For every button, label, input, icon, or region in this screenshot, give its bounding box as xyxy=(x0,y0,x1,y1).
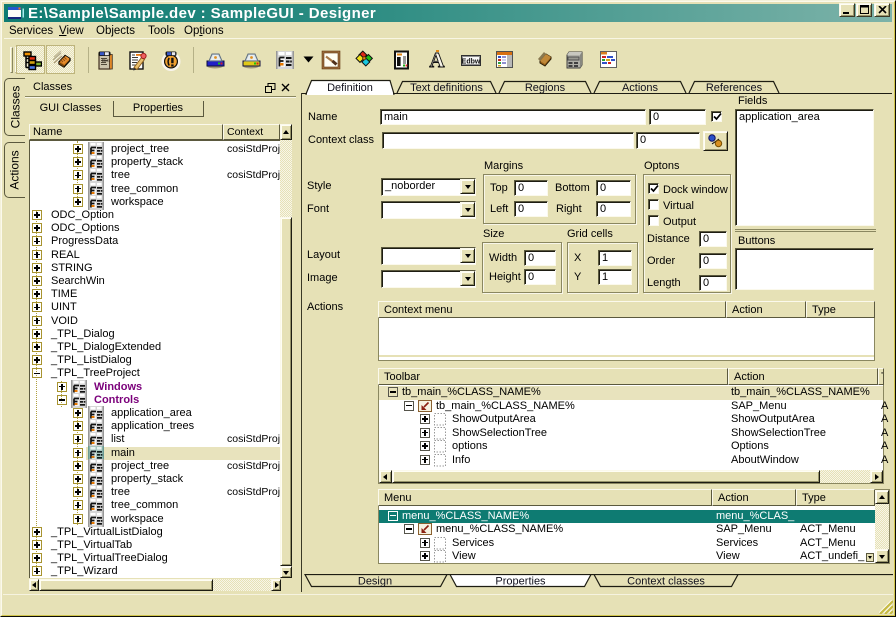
svg-text:A: A xyxy=(429,49,445,71)
svg-text:Properties: Properties xyxy=(495,576,546,588)
svg-text:Design: Design xyxy=(358,576,392,588)
svg-text:Context classes: Context classes xyxy=(627,576,705,588)
svg-text:Edbw: Edbw xyxy=(461,58,480,65)
svg-text:Dict: Dict xyxy=(102,58,110,63)
